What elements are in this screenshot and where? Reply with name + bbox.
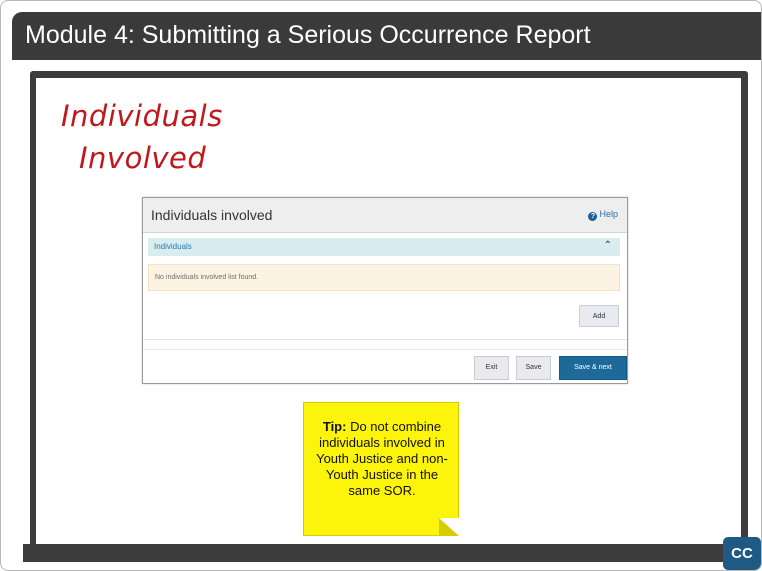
save-next-button[interactable]: Save & next [559, 356, 627, 380]
tip-sticky-note: Tip: Do not combine individuals involved… [303, 402, 459, 536]
tip-fold [439, 518, 459, 536]
individuals-involved-panel: Individuals involved ? Help Individuals ⌃… [142, 197, 628, 384]
slide-heading-line2: Involved [79, 141, 207, 175]
module-title: Module 4: Submitting a Serious Occurrenc… [25, 21, 591, 49]
player-frame: Module 4: Submitting a Serious Occurrenc… [0, 0, 762, 571]
module-title-bar: Module 4: Submitting a Serious Occurrenc… [12, 12, 761, 60]
empty-list-message: No individuals involved list found. [155, 274, 259, 281]
save-button[interactable]: Save [516, 356, 551, 380]
closed-captions-button[interactable]: CC [723, 537, 761, 570]
chevron-up-icon: ⌃ [603, 240, 612, 251]
slide-heading-line1: Individuals [61, 99, 223, 133]
panel-header: Individuals involved ? Help [143, 198, 627, 233]
divider [143, 339, 627, 340]
empty-list-notice: No individuals involved list found. [148, 264, 620, 291]
exit-button[interactable]: Exit [474, 356, 509, 380]
panel-title: Individuals involved [151, 207, 273, 223]
help-label: Help [599, 209, 618, 219]
tip-text: Tip: Do not combine individuals involved… [310, 419, 454, 499]
tip-label: Tip: [322, 419, 347, 434]
help-link[interactable]: ? Help [588, 209, 618, 221]
section-label: Individuals [154, 242, 192, 251]
add-button[interactable]: Add [579, 305, 619, 327]
help-icon: ? [588, 212, 598, 221]
footer-divider [143, 349, 627, 350]
player-bottom-bar [23, 544, 753, 562]
individuals-section-toggle[interactable]: Individuals ⌃ [148, 238, 620, 256]
